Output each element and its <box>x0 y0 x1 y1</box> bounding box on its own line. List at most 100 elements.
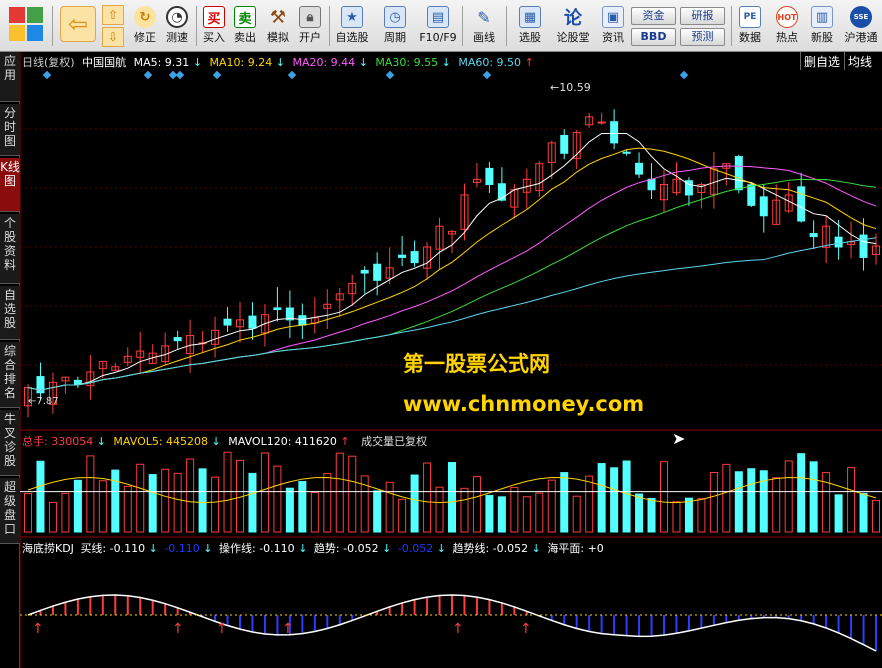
mavol5-label: MAVOL5: 445208 <box>113 435 209 448</box>
toolbar-btn-buy[interactable]: 买 买入 <box>200 3 228 49</box>
volume-bar <box>173 472 182 533</box>
candle-body <box>410 251 419 264</box>
buy-signal-arrow: ↑ <box>172 621 184 637</box>
volume-bar <box>872 499 880 533</box>
main-toolbar: ⇦ ⇧ ⇩ ↻ 修正 ◔ 测速 买 买入 卖 卖出 ⚒ 模拟 🔒︎ 开户 ★ 自… <box>0 0 882 52</box>
kdj-sea: 海平面: +0 <box>547 542 604 555</box>
ma60-arrow: ↑ <box>524 56 534 69</box>
volume-bar <box>86 455 95 533</box>
ma10-label: MA10: 9.24 <box>209 56 273 69</box>
volume-bar <box>310 491 319 533</box>
candle-body <box>809 233 818 238</box>
ma5-label: MA5: 9.31 <box>133 56 190 69</box>
research-button[interactable]: 研报 <box>680 7 725 25</box>
event-marker <box>482 70 492 80</box>
tab-intraday[interactable]: 分时图 <box>0 104 20 156</box>
tab-level2[interactable]: 超级盘口 <box>0 478 20 544</box>
volume-bar <box>572 495 581 533</box>
toolbar-btn-period[interactable]: ◷ 周期 <box>377 3 413 49</box>
event-marker <box>175 70 185 80</box>
volume-bar <box>834 494 843 533</box>
tab-watchlist[interactable]: 自选股 <box>0 286 20 340</box>
candle-body <box>597 121 606 124</box>
toolbar-btn-data[interactable]: PE 数据 <box>735 3 765 49</box>
volume-bar <box>522 496 531 533</box>
volume-bar <box>248 472 257 533</box>
buy-signal-arrow: ↑ <box>520 621 532 637</box>
buy-signal-arrow: ↑ <box>452 621 464 637</box>
fix-icon: ↻ <box>134 6 156 28</box>
ma30-arrow: ↓ <box>441 56 451 69</box>
candle-body <box>734 156 743 191</box>
toolbar-btn-sell[interactable]: 卖 卖出 <box>231 3 259 49</box>
volume-bar <box>859 492 868 533</box>
volume-bar <box>709 471 718 533</box>
toolbar-btn-watchlist[interactable]: ★ 自选股 <box>332 3 372 49</box>
ma-tab[interactable]: 均线 <box>844 52 876 70</box>
speed-test-icon: ◔ <box>166 6 188 28</box>
candle-body <box>635 162 644 175</box>
toolbar-btn-open-account[interactable]: 🔒︎ 开户 <box>295 3 325 49</box>
toolbar-btn-fix[interactable]: ↻ 修正 <box>130 3 160 49</box>
volume-bar <box>772 477 781 533</box>
pe-icon: PE <box>739 6 761 28</box>
lock-icon: 🔒︎ <box>299 6 321 28</box>
candle-body <box>173 337 182 342</box>
buy-signal-arrow: ↑ <box>32 621 44 637</box>
page-up-button[interactable]: ⇧ <box>102 5 124 25</box>
volume-bar <box>373 490 382 533</box>
tab-stock-info[interactable]: 个股资料 <box>0 214 20 284</box>
volume-bar <box>348 455 357 533</box>
mavol120-label: MAVOL120: 411620 <box>228 435 337 448</box>
ma60-label: MA60: 9.50 <box>458 56 522 69</box>
back-button[interactable]: ⇦ <box>58 3 98 49</box>
kline-chart-area[interactable]: ↑ ↑ ↑ ↑ ↑ ↑ 日线(复权) 中国国航 MA5: 9.31 ↓ MA10: 9.2… <box>20 52 882 668</box>
volume-bar <box>560 472 569 533</box>
volume-bar <box>747 468 756 533</box>
f10-icon: ▤ <box>427 6 449 28</box>
tab-diagnosis[interactable]: 牛叉诊股 <box>0 410 20 476</box>
volume-bar <box>610 467 619 533</box>
kdj-name: 海底捞KDJ <box>22 542 74 555</box>
ma10-arrow: ↓ <box>275 56 285 69</box>
toolbar-btn-draw[interactable]: ✎ 画线 <box>466 3 502 49</box>
ma30-label: MA30: 9.55 <box>375 56 439 69</box>
price-legend: 日线(复权) 中国国航 MA5: 9.31 ↓ MA10: 9.24 ↓ MA2… <box>22 54 534 70</box>
toolbar-btn-forum[interactable]: 论 论股堂 <box>553 3 593 49</box>
volume-bar <box>585 475 594 533</box>
toolbar-btn-simulate[interactable]: ⚒ 模拟 <box>263 3 293 49</box>
toolbar-btn-screener[interactable]: ▦ 选股 <box>510 3 550 49</box>
tab-ranking[interactable]: 综合排名 <box>0 342 20 408</box>
mouse-cursor-icon: ➤ <box>672 429 686 448</box>
tab-kline[interactable]: K线图 <box>0 158 20 212</box>
toolbar-btn-new-stock[interactable]: ▥ 新股 <box>807 3 837 49</box>
event-marker <box>287 70 297 80</box>
app-logo-button[interactable] <box>6 3 46 49</box>
volume-bar <box>61 492 70 533</box>
event-marker <box>212 70 222 80</box>
event-marker <box>385 70 395 80</box>
volume-bar <box>684 497 693 533</box>
volume-bar <box>335 452 344 533</box>
volume-bar <box>647 497 656 533</box>
toolbar-btn-f10[interactable]: ▤ F10/F9 <box>418 3 458 49</box>
volume-bar <box>260 452 269 533</box>
toolbar-btn-news[interactable]: ▣ 资讯 <box>597 3 629 49</box>
volume-bar <box>161 468 170 533</box>
remove-watchlist-tab[interactable]: 删自选 <box>800 52 844 70</box>
toolbar-btn-speed[interactable]: ◔ 测速 <box>162 3 192 49</box>
tab-apps[interactable]: 应用 <box>0 52 20 102</box>
volume-bar <box>48 501 57 533</box>
kdj-trendline: 趋势线: -0.052 <box>452 542 529 555</box>
funds-button[interactable]: 资金 <box>631 7 676 25</box>
candle-body <box>859 234 868 258</box>
simulate-icon: ⚒ <box>269 6 287 28</box>
toolbar-btn-hot[interactable]: HOT 热点 <box>772 3 802 49</box>
forecast-button[interactable]: 预测 <box>680 28 725 46</box>
toolbar-btn-hk-connect[interactable]: SSE 沪港通 <box>842 3 880 49</box>
volume-bar <box>36 460 45 533</box>
page-down-button[interactable]: ⇩ <box>102 27 124 47</box>
event-marker <box>679 70 689 80</box>
volume-bar <box>809 461 818 533</box>
bbd-button[interactable]: BBD <box>631 28 676 46</box>
